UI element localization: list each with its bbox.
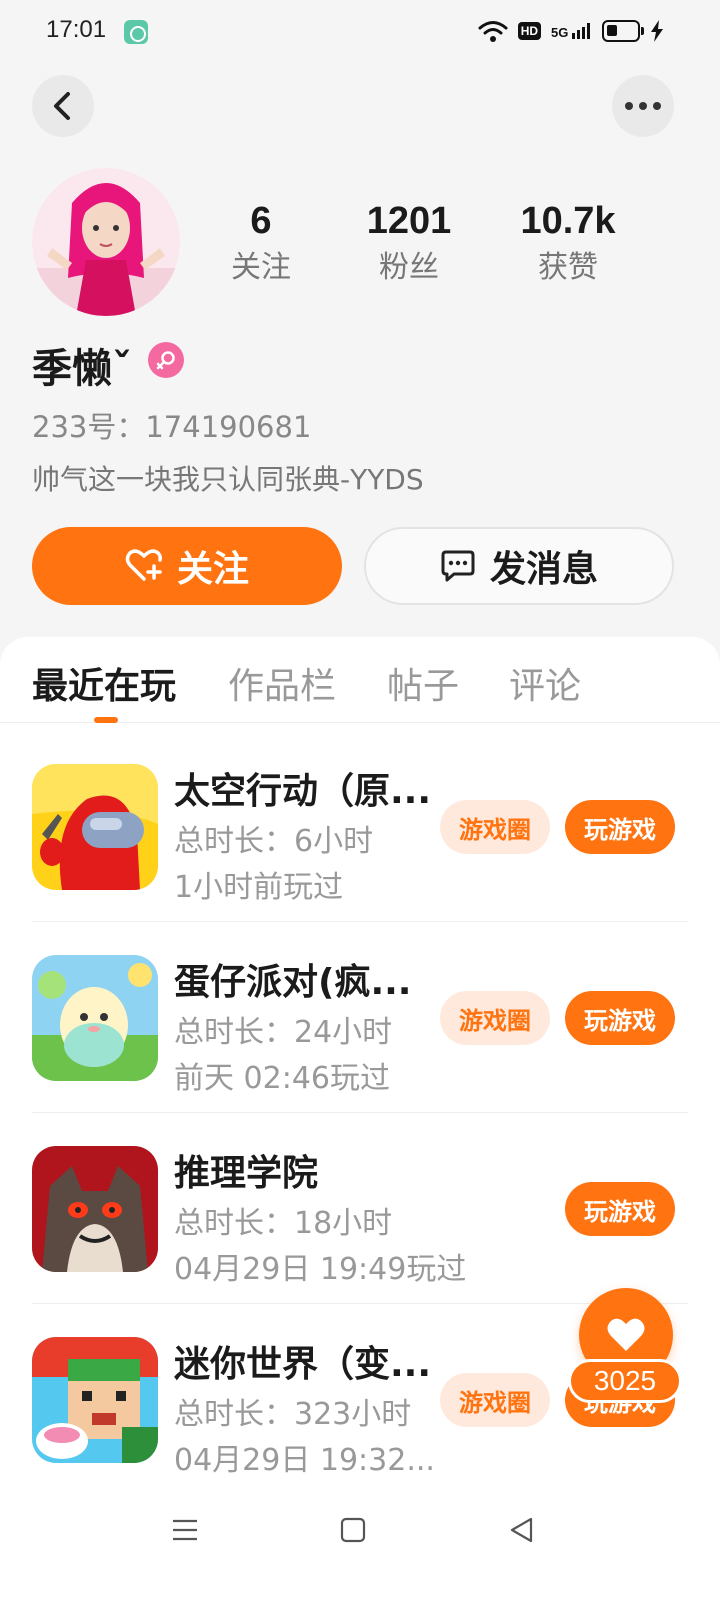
back-triangle-icon <box>510 1517 533 1543</box>
game-title: 推理学院 <box>174 1153 319 1194</box>
stat-fans[interactable]: 1201 粉丝 <box>334 196 484 290</box>
home-icon <box>340 1517 366 1543</box>
signal-icon <box>572 23 590 39</box>
status-time: 17:01 <box>46 16 107 43</box>
bio: 帅气这一块我只认同张典-YYDS <box>32 463 424 496</box>
follow-label: 关注 <box>176 549 249 590</box>
app-notification-icon <box>124 20 148 44</box>
game-title: 蛋仔派对(疯... <box>174 962 412 1003</box>
avatar-image <box>32 168 180 316</box>
play-game-button[interactable]: 玩游戏 <box>565 991 675 1045</box>
stat-likes[interactable]: 10.7k 获赞 <box>493 196 643 290</box>
hd-badge: HD <box>517 22 542 40</box>
network-icon: 5G <box>551 23 592 39</box>
game-last-played: 前天 02:46玩过 <box>174 1061 390 1096</box>
back-icon <box>54 92 70 120</box>
wifi-icon <box>478 21 508 42</box>
network-label: 5G <box>551 25 569 40</box>
game-duration: 总时长：6小时 <box>174 824 374 859</box>
game-title: 太空行动（原... <box>174 771 432 812</box>
game-icon <box>32 1337 158 1463</box>
message-label: 发消息 <box>489 549 598 590</box>
play-game-button[interactable]: 玩游戏 <box>565 1182 675 1236</box>
game-circle-button[interactable]: 游戏圈 <box>440 1373 550 1427</box>
status-bar: 17:01 HD 5G <box>0 0 720 62</box>
game-title: 迷你世界（变... <box>174 1344 432 1385</box>
stat-likes-label: 获赞 <box>538 250 598 285</box>
tab-works[interactable]: 作品栏 <box>228 657 336 709</box>
tab-recent[interactable]: 最近在玩 <box>32 657 176 709</box>
stat-likes-value: 10.7k <box>520 200 616 242</box>
game-duration: 总时长：24小时 <box>174 1015 393 1050</box>
stat-following-label: 关注 <box>231 250 291 285</box>
game-duration: 总时长：18小时 <box>174 1206 393 1241</box>
tab-posts[interactable]: 帖子 <box>387 657 459 709</box>
menu-icon <box>173 1519 197 1541</box>
heart-plus-icon <box>125 549 162 581</box>
username: 季懒ˇ <box>32 346 132 392</box>
like-count[interactable]: 3025 <box>568 1359 682 1403</box>
game-duration: 总时长：323小时 <box>174 1397 412 1432</box>
more-button[interactable] <box>612 75 674 137</box>
list-item[interactable]: 太空行动（原... 总时长：6小时 1小时前玩过 游戏圈 玩游戏 <box>32 764 688 922</box>
system-back-button[interactable] <box>502 1510 542 1550</box>
stat-following-value: 6 <box>250 200 272 242</box>
status-icons: HD 5G <box>478 17 664 45</box>
list-item[interactable]: 蛋仔派对(疯... 总时长：24小时 前天 02:46玩过 游戏圈 玩游戏 <box>32 955 688 1113</box>
list-item[interactable]: 推理学院 总时长：18小时 04月29日 19:49玩过 玩游戏 <box>32 1146 688 1304</box>
battery-icon <box>602 20 644 42</box>
stat-following[interactable]: 6 关注 <box>186 196 336 290</box>
stat-fans-value: 1201 <box>366 200 452 242</box>
female-icon <box>148 342 184 378</box>
heart-icon <box>607 1318 645 1351</box>
more-icon <box>625 102 661 110</box>
tab-bar: 最近在玩 作品栏 帖子 评论 <box>0 637 720 723</box>
game-circle-button[interactable]: 游戏圈 <box>440 800 550 854</box>
back-button[interactable] <box>32 75 94 137</box>
game-icon <box>32 1146 158 1272</box>
play-game-button[interactable]: 玩游戏 <box>565 800 675 854</box>
avatar[interactable] <box>32 168 180 316</box>
system-nav-bar <box>0 1490 720 1600</box>
chat-icon <box>441 550 475 582</box>
stat-fans-label: 粉丝 <box>379 250 439 285</box>
game-icon <box>32 764 158 890</box>
content-panel: 最近在玩 作品栏 帖子 评论 太空行动（原... 总时长：6小时 1小时前玩过 … <box>0 637 720 1600</box>
tab-comments[interactable]: 评论 <box>509 657 581 709</box>
home-button[interactable] <box>333 1510 373 1550</box>
menu-button[interactable] <box>165 1510 205 1550</box>
game-last-played: 04月29日 19:32... <box>174 1443 435 1478</box>
charging-icon <box>651 20 663 42</box>
game-last-played: 1小时前玩过 <box>174 870 344 905</box>
message-button[interactable]: 发消息 <box>364 527 674 605</box>
game-circle-button[interactable]: 游戏圈 <box>440 991 550 1045</box>
follow-button[interactable]: 关注 <box>32 527 342 605</box>
game-last-played: 04月29日 19:49玩过 <box>174 1252 467 1287</box>
game-icon <box>32 955 158 1081</box>
user-id: 233号：174190681 <box>32 410 312 444</box>
tab-indicator <box>94 717 118 723</box>
